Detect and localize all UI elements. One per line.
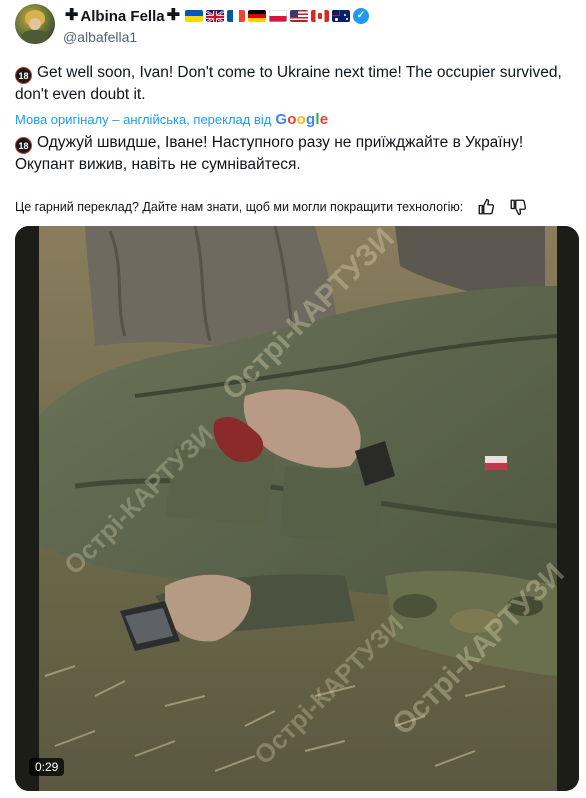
video-duration: 0:29 bbox=[29, 758, 65, 776]
australia-flag-icon bbox=[332, 10, 350, 22]
verified-badge-icon: ✓ bbox=[353, 8, 369, 24]
translated-body: Одужуй швидше, Іване! Наступного разу не… bbox=[15, 134, 524, 173]
thumbs-up-icon[interactable] bbox=[477, 198, 495, 216]
ukraine-flag-icon bbox=[185, 10, 203, 22]
tweet-header: ✚ Albina Fella ✚ ✓ @albafella1 bbox=[15, 4, 575, 48]
tweet-text: 18 Get well soon, Ivan! Don't come to Ukr… bbox=[15, 62, 575, 106]
author-name-row[interactable]: ✚ Albina Fella ✚ ✓ bbox=[63, 6, 369, 26]
age-restriction-icon: 18 bbox=[15, 137, 32, 154]
author-avatar[interactable] bbox=[15, 4, 55, 44]
translated-text: 18 Одужуй швидше, Іване! Наступного разу … bbox=[15, 132, 575, 176]
age-restriction-icon: 18 bbox=[15, 67, 32, 84]
germany-flag-icon bbox=[248, 10, 266, 22]
video-player[interactable]: Острі-КАРТУЗИ Острі-КАРТУЗИ Острі-КАРТУЗ… bbox=[15, 226, 579, 791]
translation-attribution[interactable]: Мова оригіналу – англійська, переклад ві… bbox=[15, 110, 328, 128]
france-flag-icon bbox=[227, 10, 245, 22]
author-handle[interactable]: @albafella1 bbox=[63, 29, 137, 45]
uk-flag-icon bbox=[206, 10, 224, 22]
google-logo: Google bbox=[275, 110, 329, 128]
poland-flag-icon bbox=[269, 10, 287, 22]
flag-list bbox=[185, 10, 350, 22]
cross-icon: ✚ bbox=[65, 7, 79, 24]
canada-flag-icon bbox=[311, 10, 329, 22]
tweet-body: Get well soon, Ivan! Don't come to Ukrai… bbox=[15, 64, 562, 103]
author-display-name[interactable]: Albina Fella bbox=[80, 8, 164, 25]
cross-icon: ✚ bbox=[166, 7, 180, 24]
translation-label[interactable]: Мова оригіналу – англійська, переклад ві… bbox=[15, 112, 271, 127]
feedback-prompt: Це гарний переклад? Дайте нам знати, щоб… bbox=[15, 200, 464, 214]
video-frame: Острі-КАРТУЗИ Острі-КАРТУЗИ Острі-КАРТУЗ… bbox=[15, 226, 579, 791]
translation-feedback: Це гарний переклад? Дайте нам знати, щоб… bbox=[15, 197, 575, 217]
usa-flag-icon bbox=[290, 10, 308, 22]
thumbs-down-icon[interactable] bbox=[509, 198, 527, 216]
